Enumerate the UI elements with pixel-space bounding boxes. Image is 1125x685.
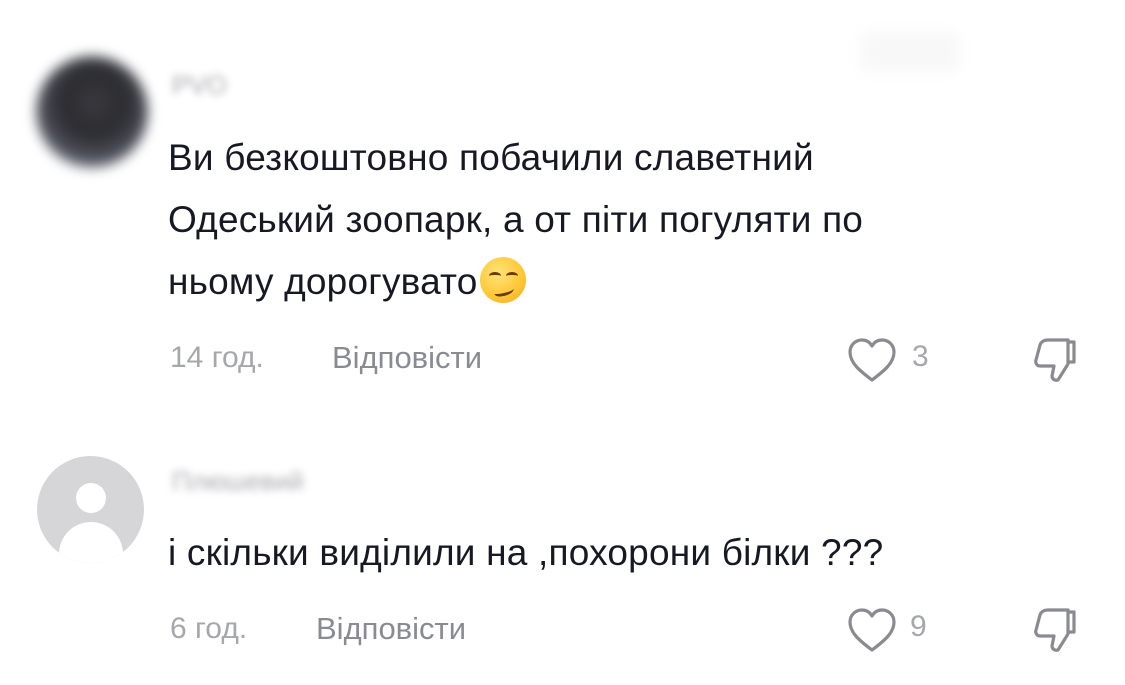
comment-text-line-with-emoji: ньому дорогувато (168, 251, 863, 313)
reply-button[interactable]: Відповісти (332, 340, 482, 376)
comment-text-line: і скільки виділили на ,похорони білки ??… (168, 532, 884, 573)
avatar[interactable] (37, 456, 144, 563)
like-count: 9 (910, 610, 927, 643)
smirking-face-icon (479, 257, 526, 303)
comment-text-line: Ви безкоштовно побачили славетний (168, 137, 814, 178)
comment-timestamp: 14 год. (170, 341, 264, 374)
thumbs-down-outline-icon[interactable] (1030, 604, 1080, 656)
comment-text: Ви безкоштовно побачили славетний Одеськ… (168, 127, 863, 313)
comment-timestamp: 6 год. (170, 612, 248, 645)
comment-text-line: ньому дорогувато (168, 261, 478, 302)
thumbs-down-outline-icon[interactable] (1030, 334, 1080, 386)
heart-outline-icon[interactable] (846, 336, 898, 384)
comment-text: і скільки виділили на ,похорони білки ??… (168, 522, 883, 584)
comment-text-line: Одеський зоопарк, а от піти погуляти по (168, 199, 864, 240)
like-count: 3 (912, 340, 929, 373)
comment-item-2: Плюшевий і скільки виділили на ,похорони… (0, 430, 1125, 685)
avatar[interactable] (36, 56, 148, 168)
heart-outline-icon[interactable] (846, 606, 898, 654)
username[interactable]: Плюшевий (172, 466, 304, 497)
username[interactable]: РVО (172, 70, 227, 101)
comment-item-1: РVО Ви безкоштовно побачили славетний Од… (0, 0, 1125, 420)
reply-button[interactable]: Відповісти (316, 611, 466, 647)
